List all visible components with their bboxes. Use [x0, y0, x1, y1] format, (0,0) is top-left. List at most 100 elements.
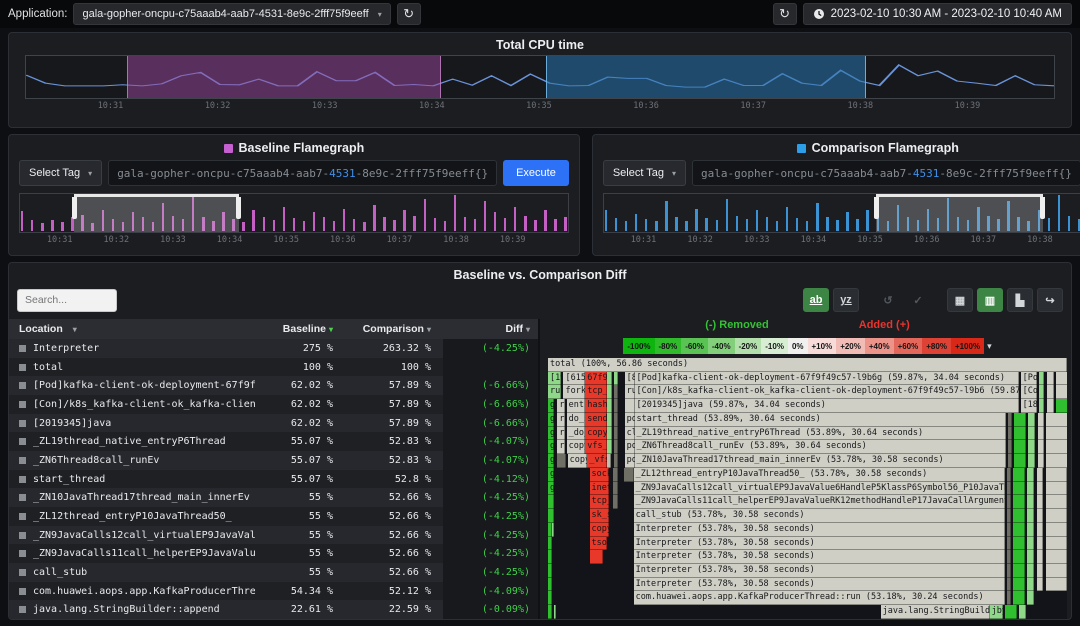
refresh-time-button[interactable]: ↻ — [773, 3, 797, 25]
flamegraph-frame[interactable]: ru — [557, 440, 564, 454]
flamegraph-frame[interactable] — [1027, 523, 1034, 537]
flamegraph-frame[interactable]: pool-1 — [625, 440, 635, 454]
flamegraph-frame[interactable]: fork (7.8 — [563, 385, 585, 399]
flamegraph-frame[interactable] — [1013, 468, 1024, 482]
flamegraph-frame[interactable] — [1027, 550, 1034, 564]
flamegraph-frame[interactable]: 67f9 — [585, 372, 607, 386]
flamegraph-frame[interactable]: jbyte_ — [990, 605, 1003, 619]
flamegraph-frame[interactable]: copy_page — [568, 454, 588, 468]
flamegraph-frame[interactable] — [1028, 413, 1035, 427]
table-row[interactable]: [Con]/k8s_kafka-client-ok_kafka-client-o… — [9, 395, 538, 414]
diff-scale-segment[interactable]: -100% — [623, 338, 654, 354]
baseline-execute-button[interactable]: Execute — [503, 160, 569, 186]
table-row[interactable]: _ZN9JavaCalls12call_virtualEP9JavaValue6… — [9, 526, 538, 545]
refresh-application-button[interactable]: ↻ — [397, 3, 421, 25]
diff-scale-segment[interactable]: -10% — [761, 338, 788, 354]
flamegraph-frame[interactable]: [Pod]nq — [1021, 372, 1038, 386]
flamegraph-frame[interactable]: _ZN9JavaCalls12call_virtualEP9JavaValue6… — [634, 482, 1005, 496]
flamegraph-frame[interactable]: [Con] — [1021, 385, 1038, 399]
flamegraph-frame[interactable]: _vfs — [587, 454, 607, 468]
comparison-query-input[interactable]: gala-gopher-oncpu-c75aaab4-aab7-4531-8e9… — [692, 160, 1080, 186]
flamegraph-frame[interactable] — [1046, 482, 1067, 496]
flamegraph-frame[interactable] — [1056, 372, 1067, 386]
column-header-location[interactable]: Location▾ — [9, 323, 255, 335]
table-row[interactable]: [2019345]java62.02 %57.89 %(-6.66%) — [9, 414, 538, 433]
flamegraph-frame[interactable] — [625, 399, 635, 413]
flamegraph-frame[interactable]: _ZN6Thread8call_runEv (53.89%, 30.64 sec… — [635, 440, 1006, 454]
flamegraph-frame[interactable] — [1013, 523, 1024, 537]
table-row[interactable]: _ZN10JavaThread17thread_main_innerEv55 %… — [9, 488, 538, 507]
flamegraph-frame[interactable] — [1013, 509, 1024, 523]
flamegraph-frame[interactable] — [1046, 537, 1067, 551]
flamegraph-frame[interactable]: _ZN10JavaThread17thread_main_innerEv (53… — [635, 454, 1006, 468]
flamegraph-frame[interactable] — [1028, 454, 1035, 468]
sandwich-view-button[interactable]: ▙ — [1007, 288, 1033, 312]
table-row[interactable]: _ZL12thread_entryP10JavaThread50_55 %52.… — [9, 507, 538, 526]
flamegraph-frame[interactable] — [1046, 440, 1067, 454]
flamegraph-frame[interactable]: do_syscal — [567, 413, 586, 427]
flamegraph-frame[interactable] — [1014, 427, 1025, 441]
flamegraph-frame[interactable] — [1046, 495, 1067, 509]
flamegraph-frame[interactable]: Interpreter (53.78%, 30.58 seconds) — [634, 523, 1005, 537]
flamegraph-frame[interactable] — [1027, 509, 1034, 523]
flamegraph-frame[interactable] — [1046, 427, 1067, 441]
flamegraph-frame[interactable] — [1013, 578, 1024, 592]
flamegraph-frame[interactable] — [1056, 385, 1067, 399]
brush-handle-left[interactable] — [874, 197, 879, 219]
baseline-timeline-chart[interactable] — [19, 193, 569, 233]
flamegraph-frame[interactable] — [1027, 564, 1034, 578]
diff-scale-segment[interactable]: +80% — [922, 338, 951, 354]
table-row[interactable]: Interpreter275 %263.32 %(-4.25%) — [9, 339, 538, 358]
diff-scale-segment[interactable]: -80% — [655, 338, 682, 354]
brush-handle-right[interactable] — [236, 197, 241, 219]
scale-dropdown-icon[interactable]: ▾ — [987, 341, 992, 352]
export-button[interactable]: ↪ — [1037, 288, 1063, 312]
flamegraph-frame[interactable] — [1046, 564, 1067, 578]
flamegraph-frame[interactable]: Interpreter (53.78%, 30.58 seconds) — [634, 564, 1005, 578]
flamegraph-frame[interactable]: tso — [590, 537, 608, 551]
flamegraph-frame[interactable] — [1028, 427, 1035, 441]
diff-scale-segment[interactable]: -40% — [708, 338, 735, 354]
table-row[interactable]: java.lang.StringBuilder::append22.61 %22… — [9, 600, 538, 619]
search-input[interactable] — [17, 289, 117, 312]
flamegraph-frame[interactable]: [615037]sta — [563, 372, 585, 386]
flamegraph-frame[interactable]: tcp_s — [590, 495, 610, 509]
table-row[interactable]: [Pod]kafka-client-ok-deployment-67f9f49c… — [9, 376, 538, 395]
flamegraph-frame[interactable]: run — [557, 413, 564, 427]
flamegraph-frame[interactable]: _ZL12thread_entryP10JavaThread50_ (53.78… — [634, 468, 1005, 482]
diff-flamegraph-canvas[interactable]: total (100%, 56.86 seconds)[1906013]g[61… — [548, 358, 1067, 619]
flamegraph-frame[interactable]: [Con]/k8s_kafka-client-ok_kafka-client-o… — [635, 385, 1019, 399]
flamegraph-frame[interactable] — [1046, 523, 1067, 537]
total-cpu-chart[interactable] — [25, 55, 1055, 99]
flamegraph-frame[interactable]: start_thread (53.89%, 30.64 seconds) — [635, 413, 1006, 427]
flamegraph-frame[interactable] — [1027, 482, 1034, 496]
flamegraph-frame[interactable]: clock_ — [625, 427, 635, 441]
flamegraph-frame[interactable] — [1027, 495, 1034, 509]
flamegraph-frame[interactable]: vfs_ — [585, 440, 607, 454]
time-range-button[interactable]: 2023-02-10 10:30 AM - 2023-02-10 10:40 A… — [803, 3, 1072, 25]
diff-scale-segment[interactable]: 0% — [788, 338, 808, 354]
flamegraph-frame[interactable] — [1046, 468, 1067, 482]
flamegraph-frame[interactable] — [1027, 578, 1034, 592]
flamegraph-frame[interactable] — [590, 550, 603, 564]
column-header-diff[interactable]: Diff▾ — [443, 319, 538, 339]
flamegraph-frame[interactable]: total (100%, 56.86 seconds) — [548, 358, 1067, 372]
flamegraph-frame[interactable] — [1027, 537, 1034, 551]
flamegraph-frame[interactable] — [1013, 482, 1024, 496]
flamegraph-frame[interactable]: java.lang.StringBuilder::appen — [881, 605, 990, 619]
comparison-brush[interactable] — [876, 194, 1043, 232]
flamegraph-frame[interactable]: entry_SYS — [567, 399, 586, 413]
flamegraph-frame[interactable] — [1046, 578, 1067, 592]
flamegraph-frame[interactable]: copy — [590, 523, 610, 537]
diff-scale-segment[interactable]: +10% — [808, 338, 837, 354]
table-row[interactable]: _ZN9JavaCalls11call_helperEP9JavaValueRK… — [9, 544, 538, 563]
diff-scale-segment[interactable]: -60% — [681, 338, 708, 354]
diff-scale-segment[interactable]: -20% — [735, 338, 762, 354]
flamegraph-frame[interactable] — [1046, 550, 1067, 564]
flamegraph-frame[interactable] — [1013, 550, 1024, 564]
flamegraph-frame[interactable]: [83569 — [625, 372, 635, 386]
baseline-query-input[interactable]: gala-gopher-oncpu-c75aaab4-aab7-4531-8e9… — [108, 160, 497, 186]
flamegraph-frame[interactable] — [1013, 537, 1024, 551]
flamegraph-frame[interactable] — [1005, 605, 1016, 619]
table-row[interactable]: start_thread55.07 %52.8 %(-4.12%) — [9, 470, 538, 489]
